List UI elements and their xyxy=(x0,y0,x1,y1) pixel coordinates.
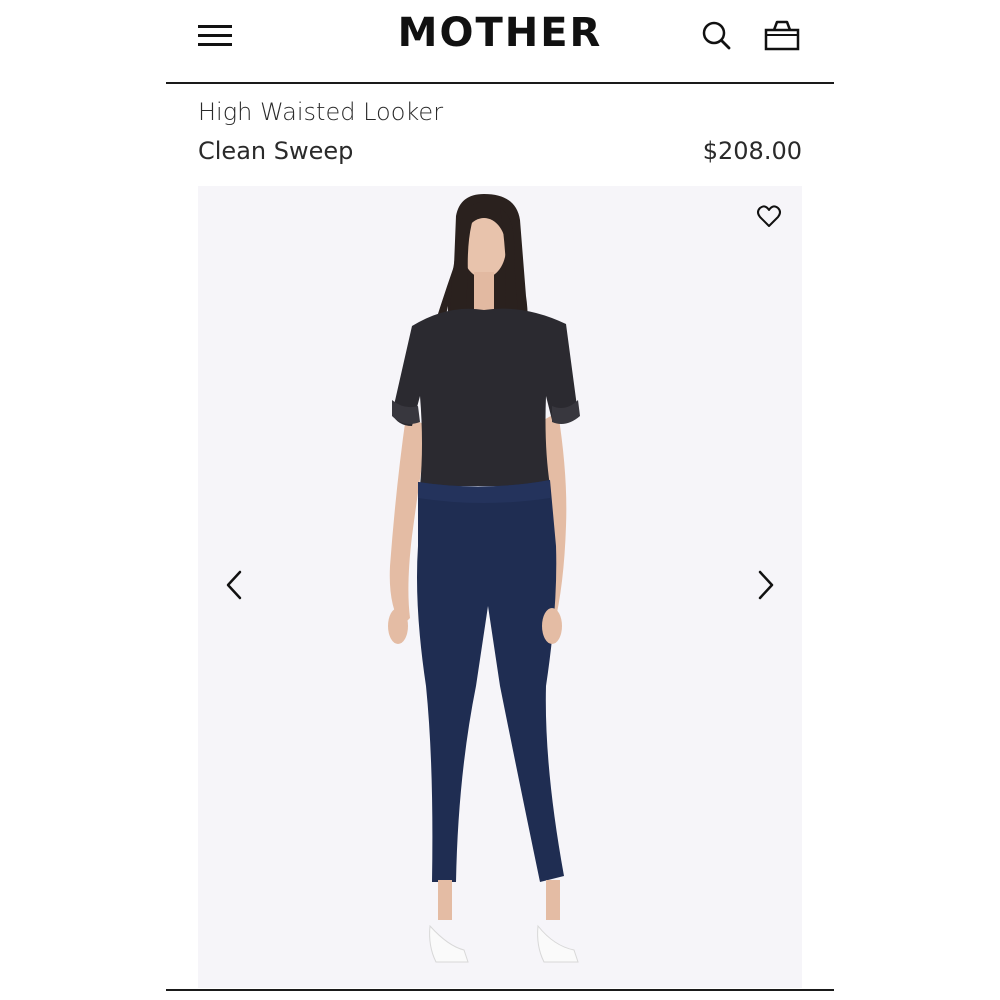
brand-logo[interactable]: MOTHER xyxy=(166,10,834,56)
chevron-right-icon xyxy=(758,570,774,600)
product-name: High Waisted Looker xyxy=(198,98,444,126)
wishlist-button[interactable] xyxy=(756,204,782,230)
chevron-left-icon xyxy=(226,570,242,600)
product-color-name: Clean Sweep xyxy=(198,137,354,165)
site-header: MOTHER xyxy=(166,0,834,84)
previous-image-button[interactable] xyxy=(222,568,248,602)
product-image-gallery[interactable] xyxy=(198,186,802,988)
heart-icon xyxy=(757,205,781,227)
shopping-bag-button[interactable] xyxy=(764,18,800,52)
mobile-frame: MOTHER High Waisted Looker Clean Sweep $… xyxy=(166,0,834,1000)
product-price: $208.00 xyxy=(702,137,802,165)
search-icon xyxy=(702,21,731,50)
product-photo xyxy=(388,194,580,963)
bottom-divider xyxy=(166,989,834,991)
search-button[interactable] xyxy=(702,21,732,51)
next-image-button[interactable] xyxy=(752,568,778,602)
shopping-bag-icon xyxy=(764,20,800,51)
page: MOTHER High Waisted Looker Clean Sweep $… xyxy=(0,0,1000,1000)
